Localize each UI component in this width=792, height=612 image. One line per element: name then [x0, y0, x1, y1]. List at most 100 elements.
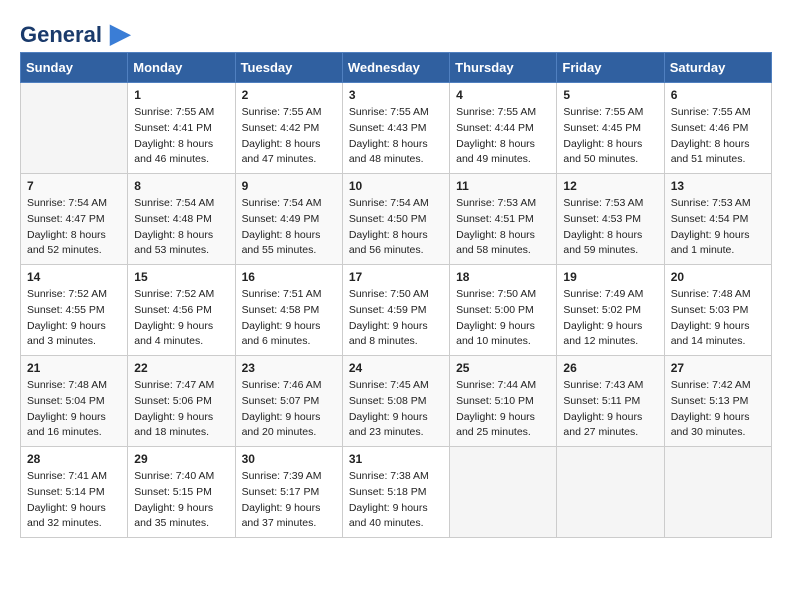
calendar-cell — [557, 447, 664, 538]
calendar-table: SundayMondayTuesdayWednesdayThursdayFrid… — [20, 52, 772, 538]
day-info: Sunrise: 7:49 AMSunset: 5:02 PMDaylight:… — [563, 287, 657, 350]
day-number: 9 — [242, 179, 336, 193]
calendar-cell: 7 Sunrise: 7:54 AMSunset: 4:47 PMDaylight… — [21, 174, 128, 265]
day-info: Sunrise: 7:44 AMSunset: 5:10 PMDaylight:… — [456, 378, 550, 441]
calendar-cell: 30 Sunrise: 7:39 AMSunset: 5:17 PMDayligh… — [235, 447, 342, 538]
day-info: Sunrise: 7:53 AMSunset: 4:53 PMDaylight:… — [563, 196, 657, 259]
calendar-cell: 31 Sunrise: 7:38 AMSunset: 5:18 PMDayligh… — [342, 447, 449, 538]
day-info: Sunrise: 7:55 AMSunset: 4:46 PMDaylight:… — [671, 105, 765, 168]
day-info: Sunrise: 7:46 AMSunset: 5:07 PMDaylight:… — [242, 378, 336, 441]
day-number: 14 — [27, 270, 121, 284]
day-number: 2 — [242, 88, 336, 102]
calendar-cell: 23 Sunrise: 7:46 AMSunset: 5:07 PMDayligh… — [235, 356, 342, 447]
day-number: 26 — [563, 361, 657, 375]
day-number: 21 — [27, 361, 121, 375]
calendar-cell: 4Sunrise: 7:55 AMSunset: 4:44 PMDaylight… — [450, 83, 557, 174]
day-number: 22 — [134, 361, 228, 375]
calendar-week-3: 21Sunrise: 7:48 AMSunset: 5:04 PMDayligh… — [21, 356, 772, 447]
day-number: 27 — [671, 361, 765, 375]
calendar-week-0: 1 Sunrise: 7:55 AMSunset: 4:41 PMDaylight… — [21, 83, 772, 174]
day-info: Sunrise: 7:38 AMSunset: 5:18 PMDaylight:… — [349, 469, 443, 532]
day-info: Sunrise: 7:55 AMSunset: 4:45 PMDaylight:… — [563, 105, 657, 168]
day-info: Sunrise: 7:53 AMSunset: 4:54 PMDaylight:… — [671, 196, 765, 259]
header-saturday: Saturday — [664, 53, 771, 83]
calendar-cell: 15Sunrise: 7:52 AMSunset: 4:56 PMDayligh… — [128, 265, 235, 356]
day-info: Sunrise: 7:47 AMSunset: 5:06 PMDaylight:… — [134, 378, 228, 441]
day-number: 10 — [349, 179, 443, 193]
calendar-cell: 28 Sunrise: 7:41 AMSunset: 5:14 PMDayligh… — [21, 447, 128, 538]
day-number: 25 — [456, 361, 550, 375]
day-info: Sunrise: 7:54 AMSunset: 4:47 PMDaylight:… — [27, 196, 121, 259]
day-info: Sunrise: 7:55 AMSunset: 4:41 PMDaylight:… — [134, 105, 228, 168]
calendar-cell: 5 Sunrise: 7:55 AMSunset: 4:45 PMDaylight… — [557, 83, 664, 174]
calendar-cell: 26Sunrise: 7:43 AMSunset: 5:11 PMDayligh… — [557, 356, 664, 447]
day-number: 6 — [671, 88, 765, 102]
calendar-cell: 9 Sunrise: 7:54 AMSunset: 4:49 PMDaylight… — [235, 174, 342, 265]
calendar-cell: 17Sunrise: 7:50 AMSunset: 4:59 PMDayligh… — [342, 265, 449, 356]
day-number: 30 — [242, 452, 336, 466]
calendar-cell: 16Sunrise: 7:51 AMSunset: 4:58 PMDayligh… — [235, 265, 342, 356]
header-thursday: Thursday — [450, 53, 557, 83]
day-number: 31 — [349, 452, 443, 466]
calendar-cell: 18 Sunrise: 7:50 AMSunset: 5:00 PMDayligh… — [450, 265, 557, 356]
day-number: 29 — [134, 452, 228, 466]
calendar-cell: 6 Sunrise: 7:55 AMSunset: 4:46 PMDaylight… — [664, 83, 771, 174]
calendar-cell: 20 Sunrise: 7:48 AMSunset: 5:03 PMDayligh… — [664, 265, 771, 356]
calendar-cell: 3Sunrise: 7:55 AMSunset: 4:43 PMDaylight… — [342, 83, 449, 174]
calendar-week-4: 28 Sunrise: 7:41 AMSunset: 5:14 PMDayligh… — [21, 447, 772, 538]
header-monday: Monday — [128, 53, 235, 83]
calendar-cell: 19 Sunrise: 7:49 AMSunset: 5:02 PMDayligh… — [557, 265, 664, 356]
day-info: Sunrise: 7:55 AMSunset: 4:43 PMDaylight:… — [349, 105, 443, 168]
day-info: Sunrise: 7:54 AMSunset: 4:49 PMDaylight:… — [242, 196, 336, 259]
day-number: 7 — [27, 179, 121, 193]
calendar-cell — [450, 447, 557, 538]
calendar-cell: 27Sunrise: 7:42 AMSunset: 5:13 PMDayligh… — [664, 356, 771, 447]
calendar-cell — [21, 83, 128, 174]
calendar-cell: 22 Sunrise: 7:47 AMSunset: 5:06 PMDayligh… — [128, 356, 235, 447]
calendar-body: 1 Sunrise: 7:55 AMSunset: 4:41 PMDaylight… — [21, 83, 772, 538]
header-friday: Friday — [557, 53, 664, 83]
calendar-cell: 25 Sunrise: 7:44 AMSunset: 5:10 PMDayligh… — [450, 356, 557, 447]
day-info: Sunrise: 7:45 AMSunset: 5:08 PMDaylight:… — [349, 378, 443, 441]
calendar-cell: 13 Sunrise: 7:53 AMSunset: 4:54 PMDayligh… — [664, 174, 771, 265]
day-number: 16 — [242, 270, 336, 284]
calendar-week-1: 7 Sunrise: 7:54 AMSunset: 4:47 PMDaylight… — [21, 174, 772, 265]
day-number: 20 — [671, 270, 765, 284]
calendar-header-row: SundayMondayTuesdayWednesdayThursdayFrid… — [21, 53, 772, 83]
day-info: Sunrise: 7:50 AMSunset: 5:00 PMDaylight:… — [456, 287, 550, 350]
calendar-cell: 11 Sunrise: 7:53 AMSunset: 4:51 PMDayligh… — [450, 174, 557, 265]
header-sunday: Sunday — [21, 53, 128, 83]
day-info: Sunrise: 7:54 AMSunset: 4:48 PMDaylight:… — [134, 196, 228, 259]
day-number: 5 — [563, 88, 657, 102]
calendar-cell: 2 Sunrise: 7:55 AMSunset: 4:42 PMDaylight… — [235, 83, 342, 174]
calendar-cell: 21Sunrise: 7:48 AMSunset: 5:04 PMDayligh… — [21, 356, 128, 447]
day-info: Sunrise: 7:40 AMSunset: 5:15 PMDaylight:… — [134, 469, 228, 532]
day-info: Sunrise: 7:50 AMSunset: 4:59 PMDaylight:… — [349, 287, 443, 350]
day-info: Sunrise: 7:39 AMSunset: 5:17 PMDaylight:… — [242, 469, 336, 532]
day-number: 1 — [134, 88, 228, 102]
calendar-cell: 14 Sunrise: 7:52 AMSunset: 4:55 PMDayligh… — [21, 265, 128, 356]
day-info: Sunrise: 7:53 AMSunset: 4:51 PMDaylight:… — [456, 196, 550, 259]
day-number: 19 — [563, 270, 657, 284]
day-number: 18 — [456, 270, 550, 284]
day-info: Sunrise: 7:48 AMSunset: 5:03 PMDaylight:… — [671, 287, 765, 350]
header-wednesday: Wednesday — [342, 53, 449, 83]
day-number: 23 — [242, 361, 336, 375]
day-info: Sunrise: 7:52 AMSunset: 4:56 PMDaylight:… — [134, 287, 228, 350]
calendar-week-2: 14 Sunrise: 7:52 AMSunset: 4:55 PMDayligh… — [21, 265, 772, 356]
day-info: Sunrise: 7:55 AMSunset: 4:42 PMDaylight:… — [242, 105, 336, 168]
day-number: 11 — [456, 179, 550, 193]
day-info: Sunrise: 7:54 AMSunset: 4:50 PMDaylight:… — [349, 196, 443, 259]
day-info: Sunrise: 7:41 AMSunset: 5:14 PMDaylight:… — [27, 469, 121, 532]
day-number: 13 — [671, 179, 765, 193]
calendar-cell: 10 Sunrise: 7:54 AMSunset: 4:50 PMDayligh… — [342, 174, 449, 265]
page-header: General ▶ — [20, 20, 772, 42]
calendar-cell: 29 Sunrise: 7:40 AMSunset: 5:15 PMDayligh… — [128, 447, 235, 538]
logo-general: General ▶ — [20, 20, 130, 46]
day-info: Sunrise: 7:52 AMSunset: 4:55 PMDaylight:… — [27, 287, 121, 350]
day-number: 28 — [27, 452, 121, 466]
day-number: 8 — [134, 179, 228, 193]
calendar-cell: 12Sunrise: 7:53 AMSunset: 4:53 PMDayligh… — [557, 174, 664, 265]
calendar-cell: 8 Sunrise: 7:54 AMSunset: 4:48 PMDaylight… — [128, 174, 235, 265]
header-tuesday: Tuesday — [235, 53, 342, 83]
